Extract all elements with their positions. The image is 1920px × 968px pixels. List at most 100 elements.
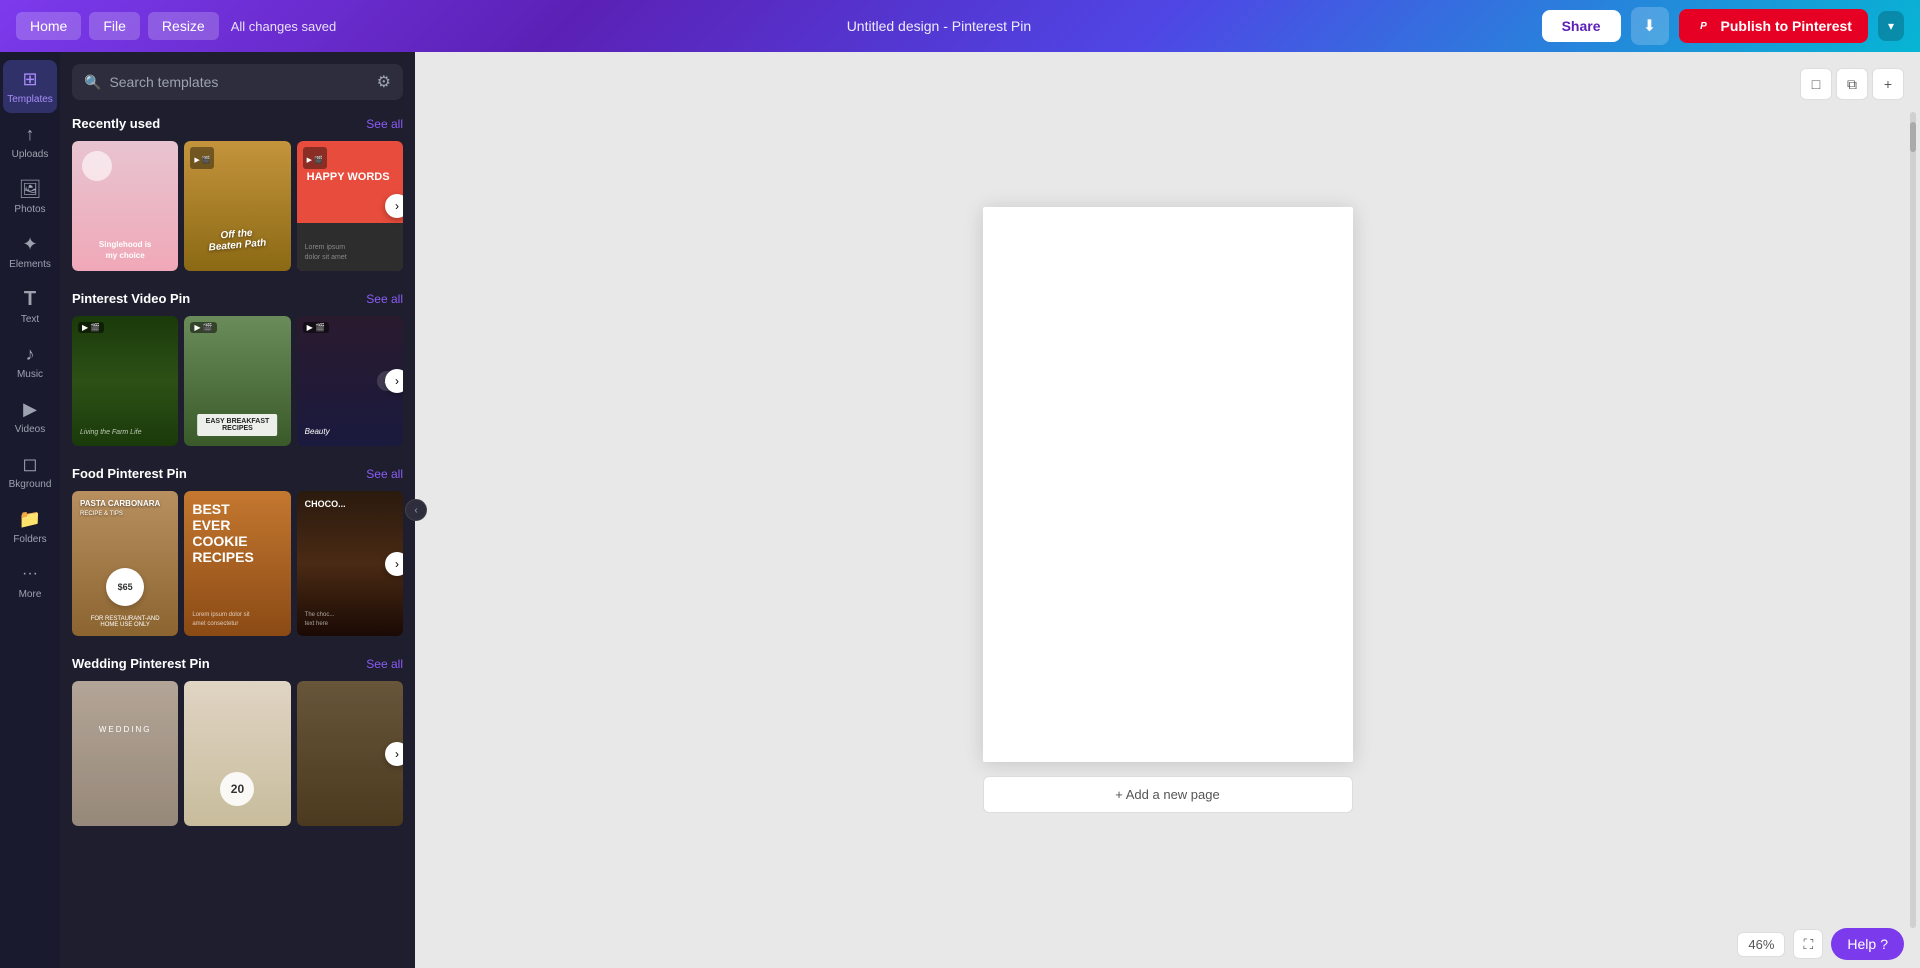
sidebar-item-folders[interactable]: 📁 Folders	[3, 500, 57, 553]
text-icon: T	[19, 288, 41, 310]
fullscreen-icon: ⛶	[1804, 936, 1814, 953]
recently-used-grid: Singlehood ismy choice ▶ 🎬 Off theBeaten…	[72, 141, 403, 271]
canvas-add-button[interactable]: +	[1872, 68, 1904, 100]
video-pin-title: Pinterest Video Pin	[72, 291, 190, 306]
topbar: Home File Resize All changes saved Untit…	[0, 0, 1920, 52]
canvas-scrollbar-vertical[interactable]	[1910, 112, 1916, 928]
more-icon: ···	[19, 563, 41, 585]
topbar-right: Share ⬇ P Publish to Pinterest ▾	[1542, 7, 1904, 45]
photos-icon: 🖼	[19, 178, 41, 200]
publish-dropdown-button[interactable]: ▾	[1878, 11, 1904, 41]
templates-label: Templates	[7, 94, 53, 105]
recently-used-next[interactable]: ›	[385, 194, 403, 218]
template-beaten-path[interactable]: ▶ 🎬 Off theBeaten Path	[184, 141, 290, 271]
template-singlehood[interactable]: Singlehood ismy choice	[72, 141, 178, 271]
canvas-copy-button[interactable]: ⧉	[1836, 68, 1868, 100]
sidebar-item-uploads[interactable]: ↑ Uploads	[3, 115, 57, 168]
template-wedding-1[interactable]: WEDDING	[72, 681, 178, 826]
sidebar-item-photos[interactable]: 🖼 Photos	[3, 170, 57, 223]
food-pin-see-all[interactable]: See all	[366, 467, 403, 481]
sidebar-item-text[interactable]: T Text	[3, 280, 57, 333]
text-label: Text	[21, 314, 39, 325]
music-label: Music	[17, 369, 43, 380]
sidebar-item-elements[interactable]: ✦ Elements	[3, 225, 57, 278]
wedding-number: 20	[220, 772, 254, 806]
main-layout: ⊞ Templates ↑ Uploads 🖼 Photos ✦ Element…	[0, 0, 1920, 968]
music-icon: ♪	[19, 343, 41, 365]
help-button[interactable]: Help ?	[1831, 928, 1904, 960]
template-breakfast[interactable]: ▶ 🎬 EASY BREAKFASTRECIPES	[184, 316, 290, 446]
template-farm-life[interactable]: ▶ 🎬 Living the Farm Life	[72, 316, 178, 446]
video-pin-see-all[interactable]: See all	[366, 292, 403, 306]
file-button[interactable]: File	[89, 12, 140, 40]
folders-icon: 📁	[19, 508, 41, 530]
canvas-comment-button[interactable]: □	[1800, 68, 1832, 100]
copy-icon: ⧉	[1847, 76, 1857, 93]
pinterest-icon: P	[1695, 17, 1713, 35]
template-pasta[interactable]: pasta carbonararecipe & tips $65 FOR RES…	[72, 491, 178, 636]
share-button[interactable]: Share	[1542, 10, 1621, 42]
wedding-pin-see-all[interactable]: See all	[366, 657, 403, 671]
background-label: Bkground	[9, 479, 52, 490]
publish-label: Publish to Pinterest	[1721, 18, 1852, 34]
help-label: Help	[1847, 936, 1876, 952]
price-badge: $65	[106, 568, 144, 606]
recently-used-title: Recently used	[72, 116, 160, 131]
video-badge-2: ▶ 🎬	[190, 322, 216, 333]
beaten-path-text: Off theBeaten Path	[208, 227, 267, 254]
wedding-pin-header: Wedding Pinterest Pin See all	[72, 656, 403, 671]
folders-label: Folders	[13, 534, 46, 545]
recently-used-see-all[interactable]: See all	[366, 117, 403, 131]
sidebar-item-more[interactable]: ··· More	[3, 555, 57, 608]
video-badge-3: ▶ 🎬	[303, 322, 329, 333]
elements-icon: ✦	[19, 233, 41, 255]
search-bar: 🔍 ⚙	[72, 64, 403, 100]
filter-icon[interactable]: ⚙	[377, 72, 391, 92]
sidebar-item-videos[interactable]: ▶ Videos	[3, 390, 57, 443]
download-icon: ⬇	[1643, 16, 1656, 36]
bottom-bar: 46% ⛶ Help ?	[1721, 920, 1920, 968]
add-page-button[interactable]: + Add a new page	[983, 776, 1353, 813]
fullscreen-button[interactable]: ⛶	[1793, 929, 1823, 959]
food-pin-next[interactable]: ›	[385, 552, 403, 576]
canvas-toolbar: □ ⧉ +	[1800, 68, 1904, 100]
publish-button[interactable]: P Publish to Pinterest	[1679, 9, 1868, 43]
food-pin-grid: pasta carbonararecipe & tips $65 FOR RES…	[72, 491, 403, 636]
templates-panel: 🔍 ⚙ Recently used See all Singlehood ism…	[60, 52, 415, 968]
home-button[interactable]: Home	[16, 12, 81, 40]
cookie-title: BESTEVERCOOKIERECIPES	[192, 501, 282, 565]
canvas-page[interactable]	[983, 207, 1353, 762]
search-icon: 🔍	[84, 74, 101, 91]
video-pin-header: Pinterest Video Pin See all	[72, 291, 403, 306]
uploads-icon: ↑	[19, 123, 41, 145]
food-pin-header: Food Pinterest Pin See all	[72, 466, 403, 481]
search-input[interactable]	[109, 74, 368, 90]
icon-sidebar: ⊞ Templates ↑ Uploads 🖼 Photos ✦ Element…	[0, 52, 60, 968]
videos-icon: ▶	[19, 398, 41, 420]
video-pin-next[interactable]: ›	[385, 369, 403, 393]
sidebar-item-music[interactable]: ♪ Music	[3, 335, 57, 388]
wedding-pin-grid: WEDDING 20 ›	[72, 681, 403, 826]
uploads-label: Uploads	[12, 149, 49, 160]
background-icon: ◻	[19, 453, 41, 475]
video-pin-grid: ▶ 🎬 Living the Farm Life ▶ 🎬 EASY BREAKF…	[72, 316, 403, 446]
add-icon: +	[1884, 76, 1892, 92]
sidebar-item-background[interactable]: ◻ Bkground	[3, 445, 57, 498]
help-icon: ?	[1880, 936, 1888, 952]
collapse-panel-button[interactable]: ‹	[405, 499, 427, 521]
download-button[interactable]: ⬇	[1631, 7, 1669, 45]
photos-label: Photos	[14, 204, 45, 215]
video-badge-1: ▶ 🎬	[78, 322, 104, 333]
template-cookie[interactable]: BESTEVERCOOKIERECIPES Lorem ipsum dolor …	[184, 491, 290, 636]
videos-label: Videos	[15, 424, 45, 435]
singlehood-text: Singlehood ismy choice	[83, 240, 168, 261]
elements-label: Elements	[9, 259, 51, 270]
sidebar-item-templates[interactable]: ⊞ Templates	[3, 60, 57, 113]
resize-button[interactable]: Resize	[148, 12, 219, 40]
wedding-pin-next[interactable]: ›	[385, 742, 403, 766]
save-status: All changes saved	[231, 19, 337, 34]
template-wedding-2[interactable]: 20	[184, 681, 290, 826]
zoom-level: 46%	[1737, 932, 1785, 957]
design-title: Untitled design - Pinterest Pin	[344, 18, 1533, 34]
recently-used-header: Recently used See all	[72, 116, 403, 131]
